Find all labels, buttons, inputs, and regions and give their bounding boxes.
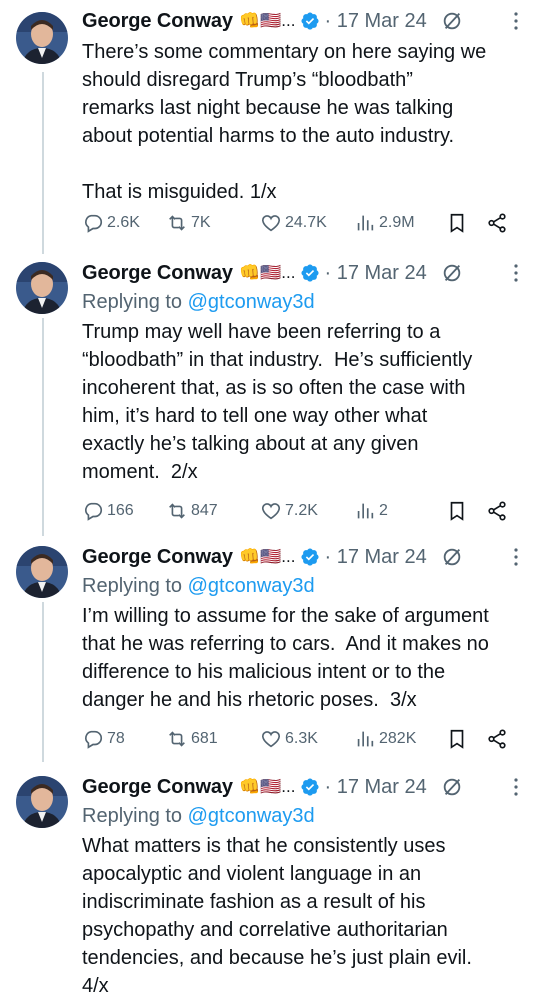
avatar[interactable] — [16, 262, 68, 314]
author-badges: 👊🇺🇸... — [238, 11, 296, 30]
reply-handle-link[interactable]: @gtconway3d — [188, 575, 315, 597]
action-bar: 2.6K 7K 24.7K 2.9M — [82, 210, 526, 236]
tweet[interactable]: George Conway 👊🇺🇸... · 17 Mar 24 Replyin… — [0, 258, 542, 530]
views-button[interactable]: 2.9M — [354, 212, 444, 234]
reply-button[interactable]: 166 — [82, 500, 162, 522]
repost-count: 847 — [191, 502, 218, 519]
repost-count: 681 — [191, 730, 218, 747]
tweet-header: George Conway 👊🇺🇸... · 17 Mar 24 — [82, 542, 526, 572]
share-icon[interactable] — [486, 728, 508, 750]
timestamp[interactable]: · 17 Mar 24 — [324, 776, 426, 799]
like-count: 6.3K — [285, 730, 318, 747]
views-count: 2 — [379, 502, 388, 519]
verified-icon — [301, 548, 320, 566]
timestamp[interactable]: · 17 Mar 24 — [324, 10, 426, 33]
views-button[interactable]: 282K — [354, 728, 444, 750]
bookmark-icon[interactable] — [446, 212, 468, 234]
more-icon[interactable] — [506, 547, 526, 567]
like-count: 24.7K — [285, 214, 327, 231]
views-icon — [357, 215, 374, 231]
repost-icon — [169, 215, 185, 231]
verified-icon — [301, 778, 320, 796]
grok-icon[interactable] — [441, 262, 463, 284]
author-name[interactable]: George Conway — [82, 546, 233, 569]
like-button[interactable]: 24.7K — [260, 212, 354, 234]
replying-to: Replying to @gtconway3d — [82, 802, 526, 830]
timestamp[interactable]: · 17 Mar 24 — [324, 546, 426, 569]
like-count: 7.2K — [285, 502, 318, 519]
repost-button[interactable]: 7K — [166, 212, 254, 234]
more-icon[interactable] — [506, 263, 526, 283]
like-icon — [261, 215, 281, 232]
more-icon[interactable] — [506, 11, 526, 31]
tweet-content: George Conway 👊🇺🇸... · 17 Mar 24 Replyin… — [82, 542, 526, 714]
like-button[interactable]: 6.3K — [260, 728, 354, 750]
views-count: 282K — [379, 730, 417, 747]
reply-icon — [85, 214, 103, 233]
views-icon — [357, 503, 374, 519]
more-icon[interactable] — [506, 777, 526, 797]
reply-icon — [85, 730, 103, 749]
author-name[interactable]: George Conway — [82, 10, 233, 33]
share-icon[interactable] — [486, 500, 508, 522]
reply-button[interactable]: 2.6K — [82, 212, 162, 234]
repost-icon — [169, 503, 185, 519]
grok-icon[interactable] — [441, 776, 463, 798]
reply-count: 78 — [107, 730, 125, 747]
reply-handle-link[interactable]: @gtconway3d — [188, 805, 315, 827]
tweet-content: George Conway 👊🇺🇸... · 17 Mar 24 Replyin… — [82, 772, 526, 1000]
tweet-header: George Conway 👊🇺🇸... · 17 Mar 24 — [82, 772, 526, 802]
bookmark-icon[interactable] — [446, 500, 468, 522]
tweet-text: There’s some commentary on here saying w… — [82, 41, 487, 203]
repost-button[interactable]: 681 — [166, 728, 254, 750]
tweet-header: George Conway 👊🇺🇸... · 17 Mar 24 — [82, 258, 526, 288]
tweet-header: George Conway 👊🇺🇸... · 17 Mar 24 — [82, 6, 526, 36]
tweet-content: George Conway 👊🇺🇸... · 17 Mar 24 Replyin… — [82, 258, 526, 486]
verified-icon — [301, 12, 320, 30]
reply-count: 166 — [107, 502, 134, 519]
avatar[interactable] — [16, 546, 68, 598]
verified-icon — [301, 264, 320, 282]
replying-to: Replying to @gtconway3d — [82, 288, 526, 316]
author-name[interactable]: George Conway — [82, 262, 233, 285]
reply-count: 2.6K — [107, 214, 140, 231]
grok-icon[interactable] — [441, 10, 463, 32]
replying-to: Replying to @gtconway3d — [82, 572, 526, 600]
tweet[interactable]: George Conway 👊🇺🇸... · 17 Mar 24 Replyin… — [0, 542, 542, 760]
bookmark-icon[interactable] — [446, 728, 468, 750]
views-button[interactable]: 2 — [354, 500, 444, 522]
repost-icon — [169, 731, 185, 747]
author-badges: 👊🇺🇸... — [238, 263, 296, 282]
author-badges: 👊🇺🇸... — [238, 777, 296, 796]
tweet-text: I’m willing to assume for the sake of ar… — [82, 605, 489, 711]
repost-button[interactable]: 847 — [166, 500, 254, 522]
tweet[interactable]: George Conway 👊🇺🇸... · 17 Mar 24 Replyin… — [0, 772, 542, 1000]
author-name[interactable]: George Conway — [82, 776, 233, 799]
like-icon — [261, 731, 281, 748]
replying-prefix: Replying to — [82, 291, 188, 313]
replying-prefix: Replying to — [82, 575, 188, 597]
views-icon — [357, 731, 374, 747]
reply-handle-link[interactable]: @gtconway3d — [188, 291, 315, 313]
like-icon — [261, 503, 281, 520]
tweet-text: What matters is that he consistently use… — [82, 835, 472, 997]
timestamp[interactable]: · 17 Mar 24 — [324, 262, 426, 285]
share-icon[interactable] — [486, 212, 508, 234]
action-bar: 166 847 7.2K 2 — [82, 498, 526, 524]
avatar[interactable] — [16, 776, 68, 828]
views-count: 2.9M — [379, 214, 415, 231]
repost-count: 7K — [191, 214, 211, 231]
reply-icon — [85, 502, 103, 521]
reply-button[interactable]: 78 — [82, 728, 162, 750]
avatar[interactable] — [16, 12, 68, 64]
replying-prefix: Replying to — [82, 805, 188, 827]
tweet-content: George Conway 👊🇺🇸... · 17 Mar 24 There’s… — [82, 6, 526, 206]
author-badges: 👊🇺🇸... — [238, 547, 296, 566]
tweet-text: Trump may well have been referring to a … — [82, 321, 473, 483]
like-button[interactable]: 7.2K — [260, 500, 354, 522]
tweet[interactable]: George Conway 👊🇺🇸... · 17 Mar 24 There’s… — [0, 6, 542, 246]
action-bar: 78 681 6.3K 282K — [82, 726, 526, 752]
grok-icon[interactable] — [441, 546, 463, 568]
